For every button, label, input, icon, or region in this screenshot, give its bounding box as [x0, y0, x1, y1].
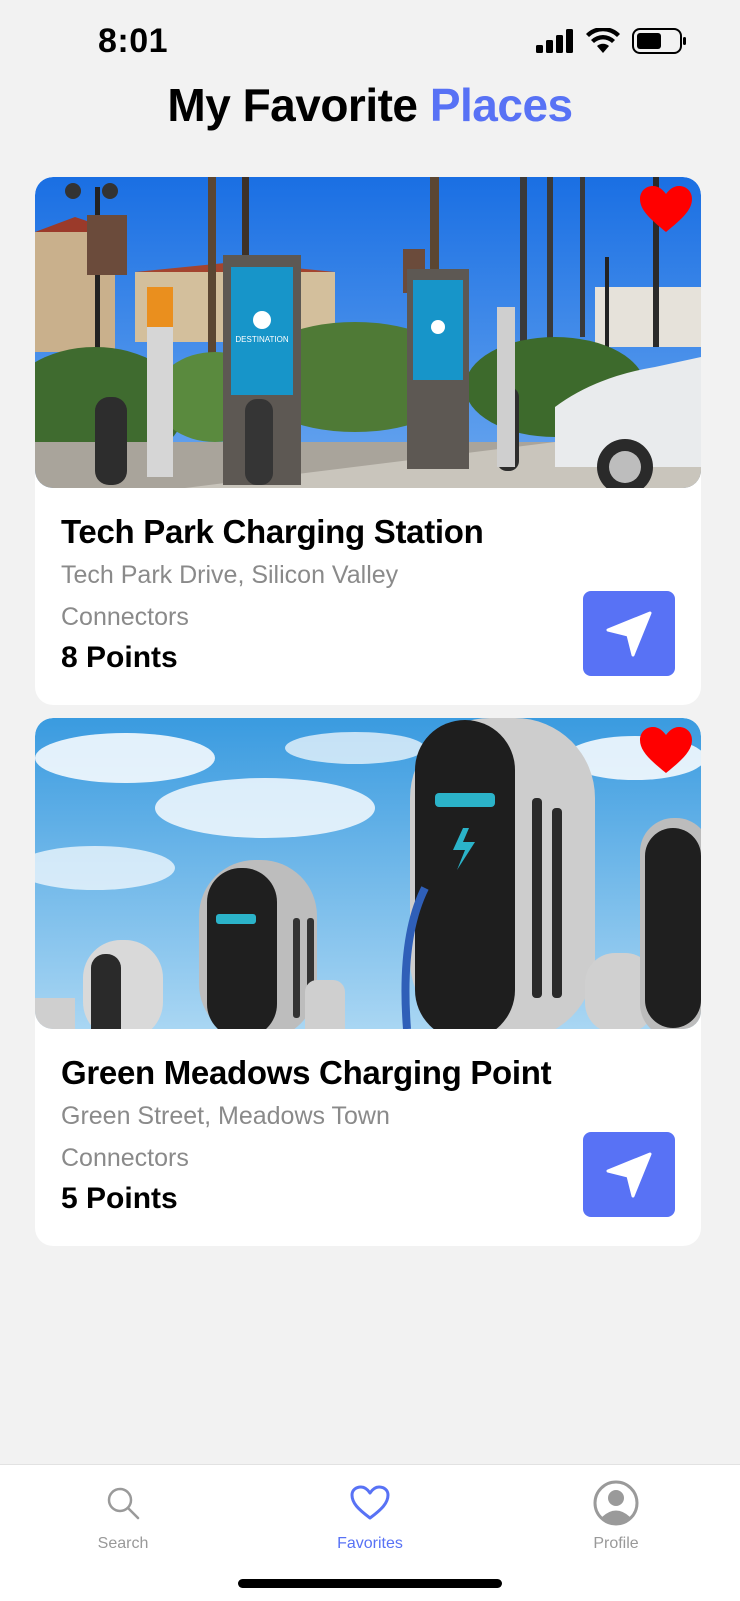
place-address: Tech Park Drive, Silicon Valley [61, 561, 399, 589]
place-photo: DESTINATION [35, 177, 701, 488]
tab-favorites[interactable]: Favorites [290, 1477, 450, 1553]
place-address: Green Street, Meadows Town [61, 1102, 390, 1130]
connector-points: 8 Points [61, 641, 178, 674]
connectors-label: Connectors [61, 603, 189, 631]
connectors-label: Connectors [61, 1144, 189, 1172]
place-photo [35, 718, 701, 1029]
tab-label: Search [97, 1535, 149, 1552]
place-card[interactable]: DESTINATION Tech Park Charging Station T… [35, 177, 701, 705]
tab-profile[interactable]: Profile [536, 1477, 696, 1553]
place-name: Tech Park Charging Station [61, 513, 484, 550]
navigation-arrow-icon [606, 1152, 652, 1197]
battery-icon [632, 28, 686, 54]
kiosk-signage-text: DESTINATION [235, 335, 288, 344]
heart-icon [350, 1485, 390, 1520]
page-title-accent: Places [429, 79, 573, 131]
search-icon [107, 1487, 140, 1520]
status-bar: 8:01 [0, 0, 740, 88]
navigate-button[interactable] [583, 591, 675, 676]
place-name: Green Meadows Charging Point [61, 1054, 552, 1091]
page-title: My Favorite Places [0, 78, 740, 132]
connector-points: 5 Points [61, 1182, 178, 1215]
status-time: 8:01 [98, 22, 169, 60]
tab-search[interactable]: Search [43, 1477, 203, 1553]
tab-label: Profile [593, 1535, 639, 1552]
navigate-button[interactable] [583, 1132, 675, 1217]
navigation-arrow-icon [606, 611, 652, 656]
tab-label: Favorites [337, 1535, 403, 1552]
favorite-heart-icon[interactable] [639, 726, 693, 776]
cellular-signal-icon [536, 29, 573, 53]
status-icons [536, 28, 688, 54]
wifi-icon [586, 28, 620, 53]
home-indicator [238, 1579, 502, 1588]
profile-icon [593, 1480, 639, 1526]
place-card[interactable]: Green Meadows Charging Point Green Stree… [35, 718, 701, 1246]
page-title-main: My Favorite [167, 79, 418, 131]
favorite-heart-icon[interactable] [639, 185, 693, 235]
